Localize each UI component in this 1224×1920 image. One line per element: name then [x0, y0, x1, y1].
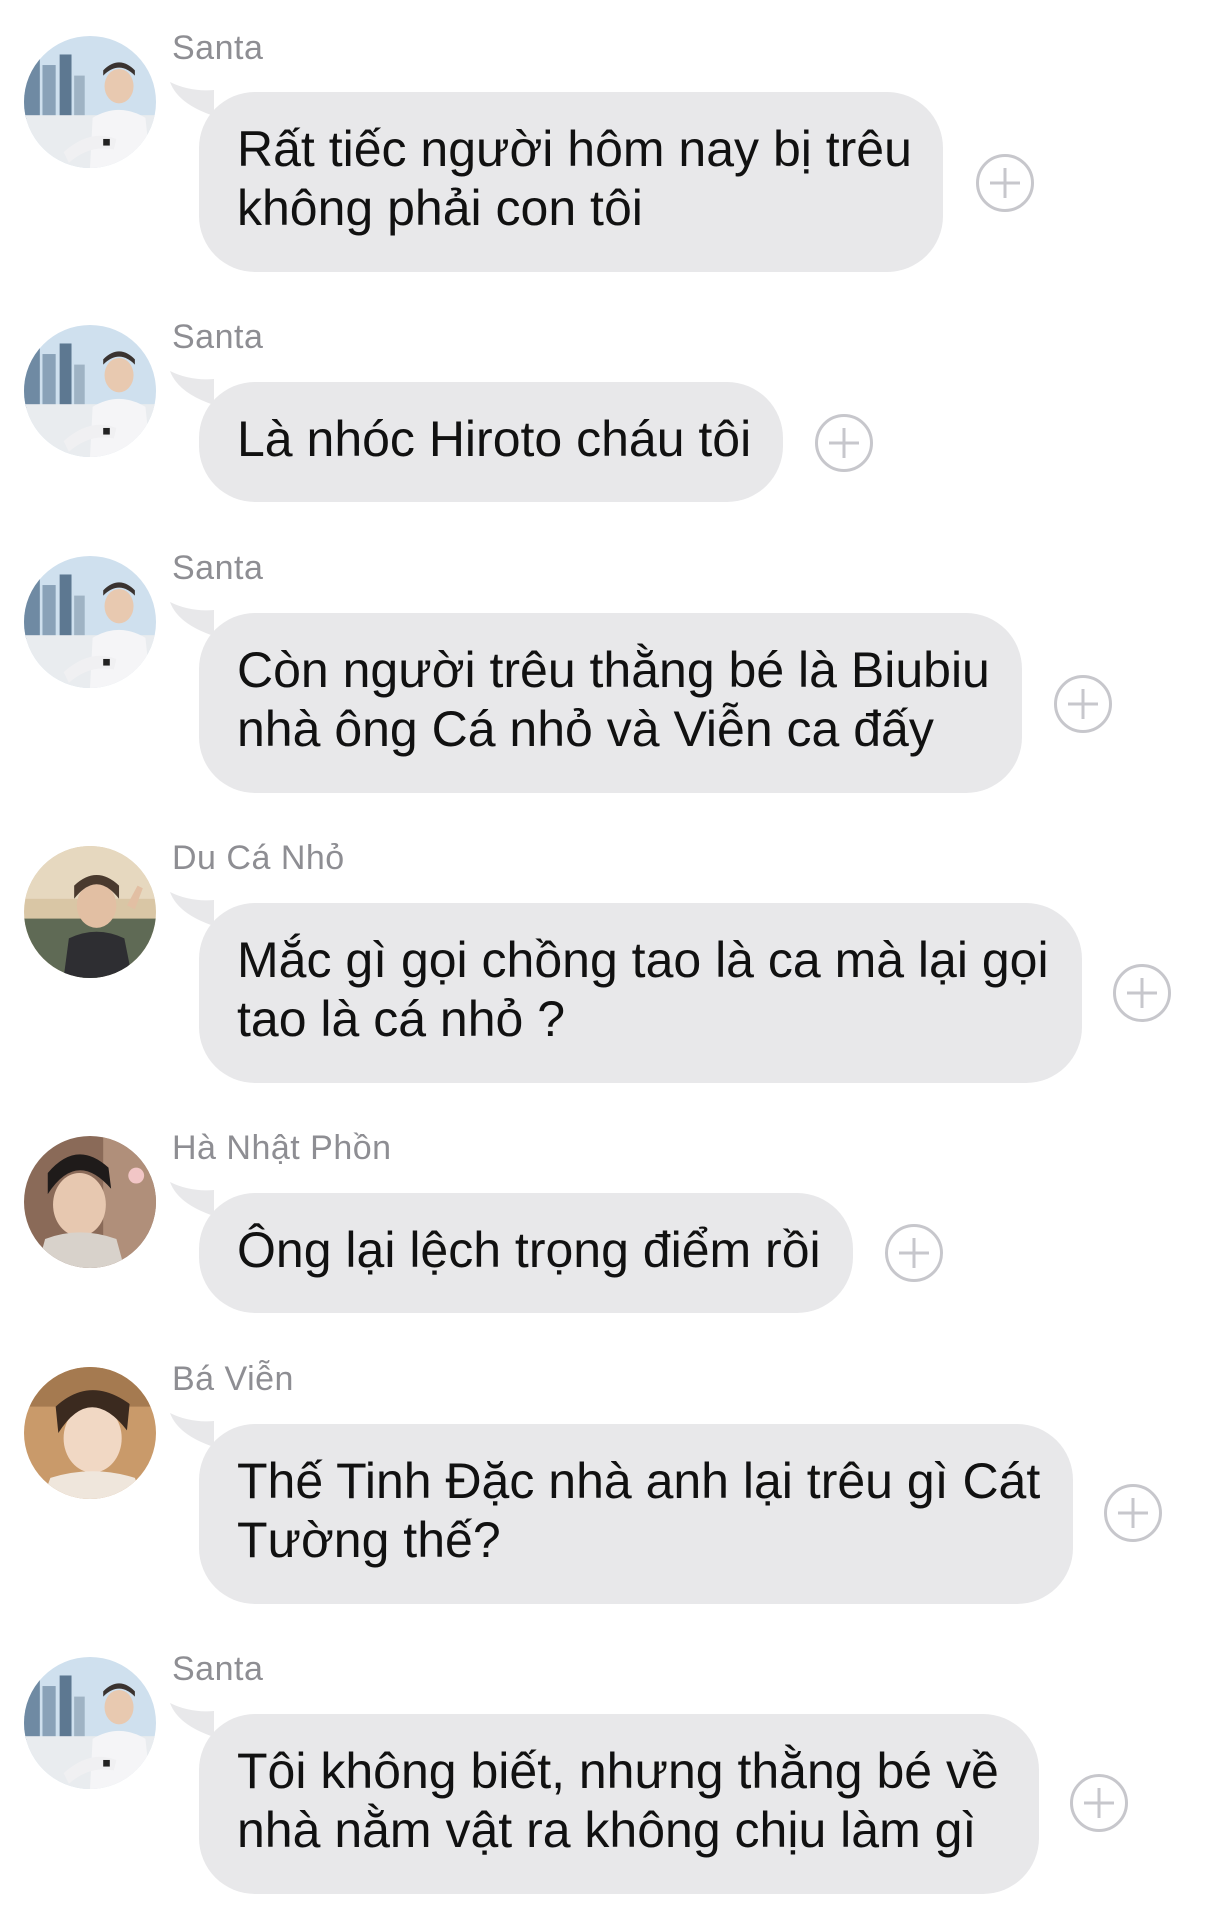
message-bubble[interactable]: Mắc gì gọi chồng tao là ca mà lại gọi ta…	[199, 903, 1082, 1083]
add-reaction-icon[interactable]	[1113, 964, 1171, 1022]
message-line: Rất tiếc người hôm nay bị trêu	[237, 121, 912, 177]
message-line: Thế Tinh Đặc nhà anh lại trêu gì Cát	[237, 1453, 1041, 1509]
bubble-tail	[170, 602, 214, 636]
add-reaction-icon[interactable]	[885, 1224, 943, 1282]
message-line: Mắc gì gọi chồng tao là ca mà lại gọi	[237, 932, 1049, 988]
add-reaction-icon[interactable]	[1104, 1484, 1162, 1542]
message-line: Tôi không biết, nhưng thằng bé về	[237, 1743, 999, 1799]
message-line: nhà ông Cá nhỏ và Viễn ca đấy	[237, 701, 934, 757]
sender-name: Santa	[172, 318, 264, 356]
ha-nhat-phon-avatar-icon[interactable]	[24, 1136, 156, 1268]
add-reaction-icon[interactable]	[976, 154, 1034, 212]
bubble-tail	[170, 1413, 214, 1447]
add-reaction-icon[interactable]	[815, 414, 873, 472]
message-bubble[interactable]: Tôi không biết, nhưng thằng bé về nhà nằ…	[199, 1714, 1039, 1894]
santa-avatar-image	[24, 1657, 156, 1789]
bubble-tail	[170, 1703, 214, 1737]
ba-vien-avatar-icon[interactable]	[24, 1367, 156, 1499]
message-line: nhà nằm vật ra không chịu làm gì	[237, 1802, 977, 1858]
chat-thread: Santa Rất tiếc người hôm nay bị trêu khô…	[0, 0, 1224, 1920]
santa-avatar-icon[interactable]	[24, 556, 156, 688]
sender-name: Hà Nhật Phồn	[172, 1129, 392, 1167]
message-bubble[interactable]: Rất tiếc người hôm nay bị trêu không phả…	[199, 92, 943, 272]
ba-vien-avatar-image	[24, 1367, 156, 1499]
message-line: Ông lại lệch trọng điểm rồi	[237, 1222, 821, 1278]
bubble-tail	[170, 892, 214, 926]
sender-name: Santa	[172, 549, 264, 587]
add-reaction-icon[interactable]	[1070, 1774, 1128, 1832]
sender-name: Santa	[172, 29, 264, 67]
message-line: Tường thế?	[237, 1512, 501, 1568]
du-ca-nho-avatar-image	[24, 846, 156, 978]
sender-name: Santa	[172, 1650, 264, 1688]
sender-name: Du Cá Nhỏ	[172, 839, 345, 877]
bubble-tail	[170, 371, 214, 405]
santa-avatar-image	[24, 325, 156, 457]
santa-avatar-image	[24, 556, 156, 688]
add-reaction-icon[interactable]	[1054, 675, 1112, 733]
santa-avatar-icon[interactable]	[24, 325, 156, 457]
message-line: Là nhóc Hiroto cháu tôi	[237, 411, 752, 467]
message-line: Còn người trêu thằng bé là Biubiu	[237, 642, 990, 698]
bubble-tail	[170, 1182, 214, 1216]
message-bubble[interactable]: Ông lại lệch trọng điểm rồi	[199, 1193, 853, 1313]
santa-avatar-icon[interactable]	[24, 36, 156, 168]
message-bubble[interactable]: Còn người trêu thằng bé là Biubiu nhà ôn…	[199, 613, 1022, 793]
message-bubble[interactable]: Là nhóc Hiroto cháu tôi	[199, 382, 783, 502]
ha-nhat-phon-avatar-image	[24, 1136, 156, 1268]
message-bubble[interactable]: Thế Tinh Đặc nhà anh lại trêu gì Cát Tườ…	[199, 1424, 1073, 1604]
santa-avatar-image	[24, 36, 156, 168]
sender-name: Bá Viễn	[172, 1360, 294, 1398]
message-line: không phải con tôi	[237, 180, 643, 236]
du-ca-nho-avatar-icon[interactable]	[24, 846, 156, 978]
santa-avatar-icon[interactable]	[24, 1657, 156, 1789]
message-line: tao là cá nhỏ ?	[237, 991, 566, 1047]
